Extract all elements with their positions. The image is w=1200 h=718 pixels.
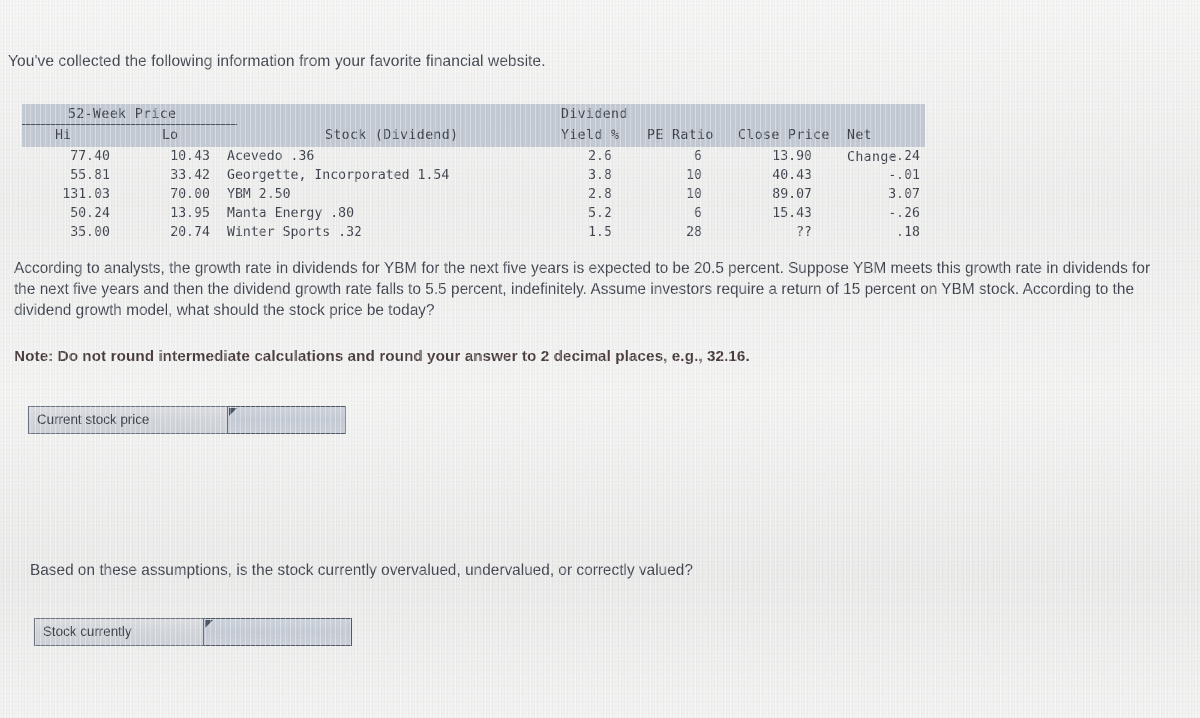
question-2-text: Based on these assumptions, is the stock… xyxy=(30,562,693,579)
cell-yield: 1.5 xyxy=(588,225,612,240)
answer-label-current-stock-price: Current stock price xyxy=(28,406,228,434)
column-header-hi: Hi xyxy=(55,128,71,143)
cell-pe-ratio: 28 xyxy=(686,225,702,240)
cell-hi: 35.00 xyxy=(70,225,110,240)
answer-field-stock-currently[interactable] xyxy=(204,618,352,646)
cell-stock: Manta Energy .80 xyxy=(227,206,355,221)
question-1-text: According to analysts, the growth rate i… xyxy=(14,260,1151,319)
field-corner-marker-icon xyxy=(229,408,237,416)
rounding-note: Note: Do not round intermediate calculat… xyxy=(14,348,750,365)
field-corner-marker-icon xyxy=(205,620,213,628)
cell-stock: Acevedo .36 xyxy=(227,149,315,164)
cell-yield: 2.8 xyxy=(588,187,612,202)
cell-close-price: ?? xyxy=(796,225,812,240)
cell-net-change: .18 xyxy=(896,225,920,240)
cell-close-price: 89.07 xyxy=(772,187,812,202)
cell-close-price: 40.43 xyxy=(772,168,812,183)
column-group-52-week-price: 52-Week Price xyxy=(68,107,177,122)
intro-text: You've collected the following informati… xyxy=(8,53,546,70)
table-row: 50.24 13.95 Manta Energy .80 5.2 6 15.43 -.26 xyxy=(22,204,925,223)
cell-pe-ratio: 6 xyxy=(694,206,702,221)
cell-stock: YBM 2.50 xyxy=(227,187,291,202)
column-header-lo: Lo xyxy=(162,128,178,143)
cell-yield: 3.8 xyxy=(588,168,612,183)
cell-hi: 131.03 xyxy=(62,187,110,202)
cell-lo: 20.74 xyxy=(170,225,210,240)
cell-lo: 70.00 xyxy=(170,187,210,202)
cell-lo: 33.42 xyxy=(170,168,210,183)
cell-net-change: -.24 xyxy=(888,149,920,164)
column-group-dividend: Dividend xyxy=(561,107,628,122)
column-header-pe-ratio: PE Ratio xyxy=(647,128,714,143)
cell-stock: Georgette, Incorporated 1.54 xyxy=(227,168,450,183)
column-header-stock-dividend: Stock (Dividend) xyxy=(325,128,459,143)
cell-pe-ratio: 6 xyxy=(694,149,702,164)
table-body: 77.40 10.43 Acevedo .36 2.6 6 13.90 -.24 55.81 3… xyxy=(22,147,925,242)
column-header-yield-percent: Yield % xyxy=(561,128,620,143)
answer-field-current-stock-price[interactable] xyxy=(228,406,346,434)
cell-hi: 55.81 xyxy=(70,168,110,183)
table-row: 131.03 70.00 YBM 2.50 2.8 10 89.07 3.07 xyxy=(22,185,925,204)
cell-yield: 5.2 xyxy=(588,206,612,221)
cell-close-price: 15.43 xyxy=(772,206,812,221)
column-header-close-price: Close Price xyxy=(738,128,830,143)
cell-hi: 77.40 xyxy=(70,149,110,164)
cell-net-change: 3.07 xyxy=(888,187,920,202)
current-stock-price-input[interactable] xyxy=(228,407,345,433)
cell-pe-ratio: 10 xyxy=(686,168,702,183)
cell-pe-ratio: 10 xyxy=(686,187,702,202)
table-row: 55.81 33.42 Georgette, Incorporated 1.54 3.… xyxy=(22,166,925,185)
answer-row-current-stock-price: Current stock price xyxy=(28,406,346,434)
cell-lo: 13.95 xyxy=(170,206,210,221)
cell-hi: 50.24 xyxy=(70,206,110,221)
cell-lo: 10.43 xyxy=(170,149,210,164)
stock-currently-input[interactable] xyxy=(204,619,351,645)
answer-label-stock-currently: Stock currently xyxy=(34,618,204,646)
cell-close-price: 13.90 xyxy=(772,149,812,164)
table-row: 35.00 20.74 Winter Sports .32 1.5 28?? .18 xyxy=(22,223,925,242)
cell-stock: Winter Sports .32 xyxy=(227,225,362,240)
cell-net-change: -.01 xyxy=(888,168,920,183)
table-row: 77.40 10.43 Acevedo .36 2.6 6 13.90 -.24 xyxy=(22,147,925,166)
table-header-group: 52-Week Price Dividend Hi Lo Stock (Divi… xyxy=(22,104,925,165)
table-header-row-groups: 52-Week Price Dividend xyxy=(22,104,925,125)
table-header-row-columns: Hi Lo Stock (Dividend) Yield % PE Ratio … xyxy=(22,125,925,165)
answer-row-stock-currently: Stock currently xyxy=(34,618,352,646)
cell-net-change: -.26 xyxy=(888,206,920,221)
stock-quote-table: 52-Week Price Dividend Hi Lo Stock (Divi… xyxy=(22,104,925,242)
cell-yield: 2.6 xyxy=(588,149,612,164)
